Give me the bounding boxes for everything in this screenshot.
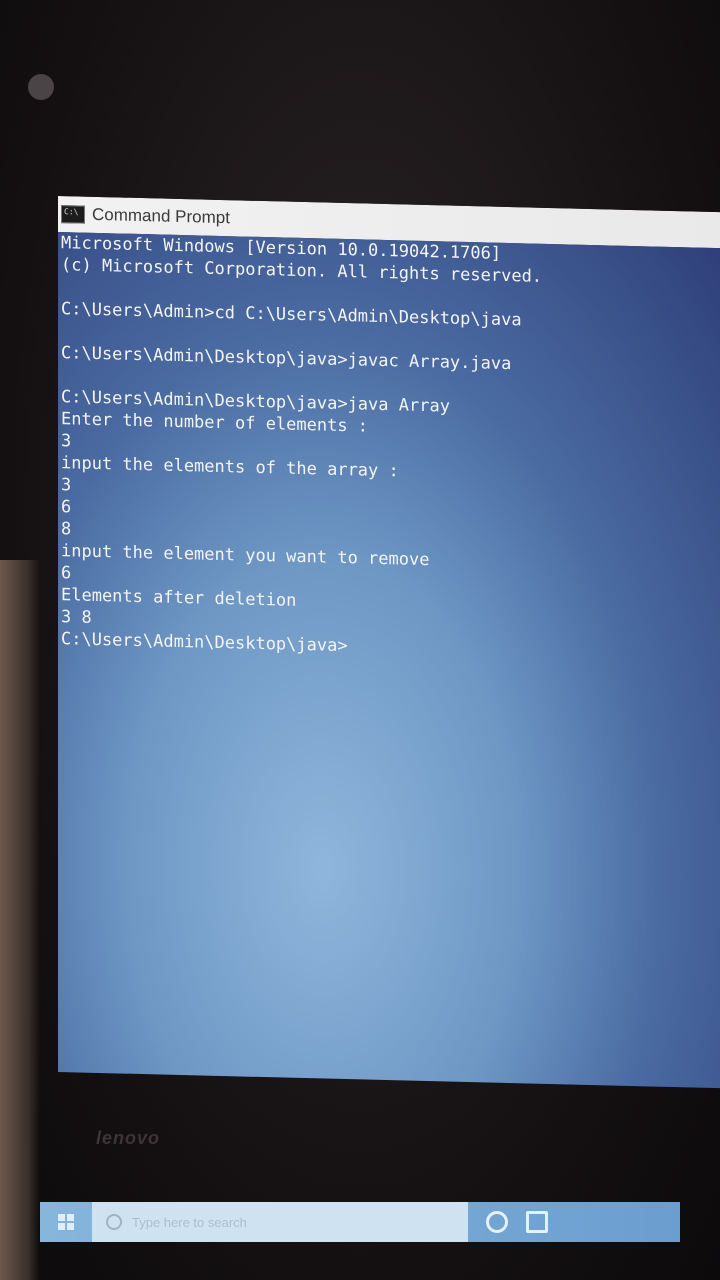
windows-logo-icon: [58, 1214, 74, 1230]
search-placeholder: Type here to search: [132, 1214, 247, 1230]
background-surface: [0, 560, 40, 1280]
console-output[interactable]: Microsoft Windows [Version 10.0.19042.17…: [58, 232, 720, 1089]
task-view-icon[interactable]: [526, 1211, 548, 1233]
taskbar-search-box[interactable]: Type here to search: [92, 1202, 468, 1242]
laptop-screen: Command Prompt Microsoft Windows [Versio…: [58, 196, 720, 1126]
command-prompt-icon[interactable]: [61, 205, 85, 224]
cortana-icon[interactable]: [486, 1211, 508, 1233]
webcam: [28, 74, 54, 100]
window-title: Command Prompt: [92, 204, 230, 228]
start-button[interactable]: [40, 1202, 92, 1242]
search-icon: [106, 1214, 122, 1230]
taskbar: Type here to search: [40, 1202, 680, 1242]
laptop-brand-logo: lenovo: [96, 1128, 161, 1148]
